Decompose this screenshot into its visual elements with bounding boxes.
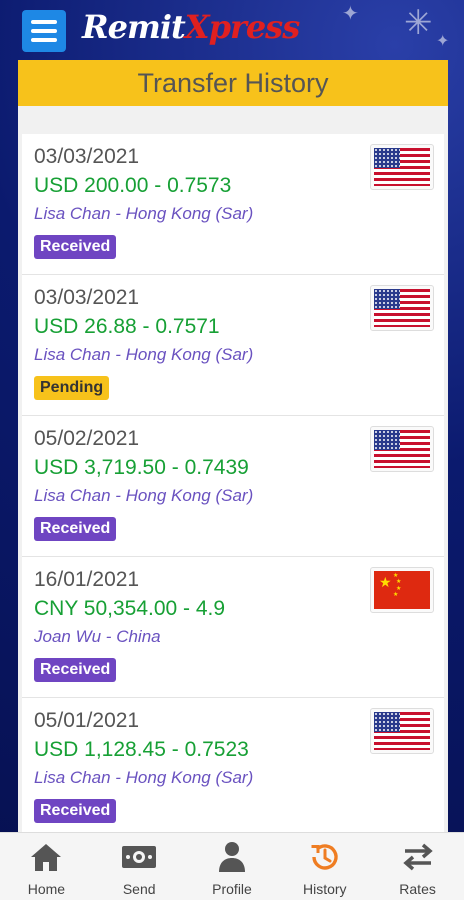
menu-icon-line [31,29,57,33]
transfer-card[interactable]: 16/01/2021 CNY 50,354.00 - 4.9 Joan Wu -… [22,557,444,698]
transfer-recipient: Lisa Chan - Hong Kong (Sar) [34,345,254,364]
logo-part-1: Remit [82,8,186,46]
transfer-card[interactable]: 05/02/2021 USD 3,719.50 - 0.7439 Lisa Ch… [22,416,444,557]
status-badge: Received [34,517,117,541]
transfer-card[interactable]: 03/03/2021 USD 26.88 - 0.7571 Lisa Chan … [22,275,444,416]
page-title: Transfer History [18,60,448,106]
transfer-recipient: Lisa Chan - Hong Kong (Sar) [34,204,254,223]
status-badge: Pending [34,376,110,400]
status-badge: Received [34,658,117,682]
flag-container [370,144,434,190]
transfer-list: 03/03/2021 USD 200.00 - 0.7573 Lisa Chan… [18,106,448,832]
flag-container [370,426,434,472]
transfer-card[interactable]: 05/01/2021 USD 1,128.45 - 0.7523 Lisa Ch… [22,698,444,832]
us-flag-icon [374,289,430,327]
bottom-navigation: Home Send Profile History Rates [0,832,464,900]
home-icon [26,839,66,875]
china-flag-icon: ★ ★ ★ ★ ★ [374,571,430,609]
transfer-recipient: Joan Wu - China [34,627,161,646]
nav-label: Send [122,881,156,897]
nav-home[interactable]: Home [4,833,88,897]
menu-icon-line [31,38,57,42]
flag-container: ★ ★ ★ ★ ★ [370,567,434,613]
transfer-recipient: Lisa Chan - Hong Kong (Sar) [34,768,254,787]
status-badge: Received [34,235,117,259]
nav-label: Profile [212,881,252,897]
history-icon [305,839,345,875]
flag-container [370,708,434,754]
us-flag-icon [374,712,430,750]
nav-rates[interactable]: Rates [376,833,460,897]
flag-container [370,285,434,331]
app-logo: RemitXpress [82,8,300,46]
nav-label: History [303,881,347,897]
us-flag-icon [374,148,430,186]
person-icon [212,839,252,875]
status-badge: Received [34,799,117,823]
history-panel: Transfer History 03/03/2021 USD 200.00 -… [18,60,448,832]
transfer-card[interactable]: 03/03/2021 USD 200.00 - 0.7573 Lisa Chan… [22,134,444,275]
nav-label: Rates [399,881,436,897]
nav-profile[interactable]: Profile [190,833,274,897]
nav-label: Home [27,881,66,897]
exchange-icon [398,839,438,875]
logo-part-2: Xpress [184,8,300,46]
nav-send[interactable]: Send [97,833,181,897]
transfer-recipient: Lisa Chan - Hong Kong (Sar) [34,486,254,505]
menu-icon-line [31,20,57,24]
menu-button[interactable] [22,10,66,52]
money-icon [119,839,159,875]
nav-history[interactable]: History [283,833,367,897]
us-flag-icon [374,430,430,468]
top-bar: RemitXpress [0,0,464,60]
